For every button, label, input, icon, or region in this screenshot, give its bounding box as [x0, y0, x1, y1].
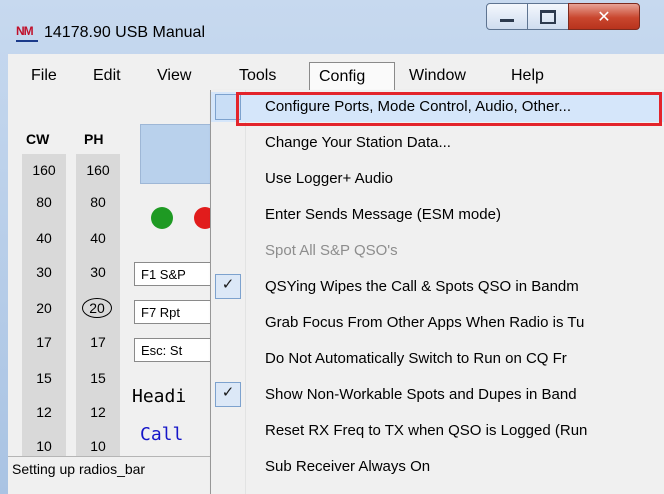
app-icon[interactable]: NM: [16, 24, 38, 42]
menu-item-label: Spot All S&P QSO's: [265, 242, 398, 259]
app-window: NM 14178.90 USB Manual ✕ File Edit View …: [0, 0, 664, 494]
minimize-button[interactable]: [486, 3, 528, 30]
menu-item-change-station-data[interactable]: Change Your Station Data...: [211, 128, 664, 158]
menu-view-label: View: [157, 67, 192, 84]
maximize-icon: [540, 9, 556, 24]
ph-band-15[interactable]: 15: [76, 370, 120, 386]
menu-item-use-logger-audio[interactable]: Use Logger+ Audio: [211, 164, 664, 194]
menu-file[interactable]: File: [22, 62, 66, 90]
window-title: 14178.90 USB Manual: [44, 24, 205, 41]
menu-item-no-auto-switch-run[interactable]: Do Not Automatically Switch to Run on CQ…: [211, 344, 664, 374]
menu-item-grab-focus[interactable]: Grab Focus From Other Apps When Radio is…: [211, 308, 664, 338]
cw-band-20[interactable]: 20: [22, 300, 66, 316]
menu-tools-label: Tools: [239, 67, 277, 84]
ph-band-17[interactable]: 17: [76, 334, 120, 350]
ph-band-80[interactable]: 80: [76, 194, 120, 210]
menu-help-label: Help: [511, 67, 544, 84]
ph-band-column: 160 80 40 30 20 17 15 12 10: [76, 154, 120, 480]
cw-band-40[interactable]: 40: [22, 230, 66, 246]
close-button[interactable]: ✕: [568, 3, 640, 30]
menu-config-label: Config: [319, 68, 366, 85]
menu-item-label: Sub Receiver Always On: [265, 458, 431, 475]
menu-tools[interactable]: Tools: [230, 62, 285, 90]
status-bar: Setting up radios_bar: [8, 456, 218, 480]
cw-band-12[interactable]: 12: [22, 404, 66, 420]
cw-band-15[interactable]: 15: [22, 370, 66, 386]
maximize-button[interactable]: [527, 3, 569, 30]
f1-sp-button[interactable]: F1 S&P: [134, 262, 214, 286]
menu-item-sub-receiver[interactable]: Sub Receiver Always On: [211, 452, 664, 482]
menu-file-label: File: [31, 67, 57, 84]
f7-rpt-button[interactable]: F7 Rpt: [134, 300, 214, 324]
check-icon: ✓: [215, 382, 241, 407]
menu-help[interactable]: Help: [502, 62, 553, 90]
call-label: Call: [140, 424, 184, 445]
menu-item-qsying-wipes[interactable]: ✓ QSYing Wipes the Call & Spots QSO in B…: [211, 272, 664, 302]
menu-item-label: Grab Focus From Other Apps When Radio is…: [265, 314, 585, 331]
menu-item-label: Change Your Station Data...: [265, 134, 451, 151]
cw-band-30[interactable]: 30: [22, 264, 66, 280]
selected-band-marker: 20: [82, 298, 112, 318]
cw-band-80[interactable]: 80: [22, 194, 66, 210]
ph-header: PH: [84, 131, 104, 147]
cw-band-17[interactable]: 17: [22, 334, 66, 350]
check-icon: ✓: [215, 274, 241, 299]
menu-item-label: Enter Sends Message (ESM mode): [265, 206, 501, 223]
ph-band-160[interactable]: 160: [76, 162, 120, 178]
minimize-icon: [500, 19, 514, 22]
cw-band-10[interactable]: 10: [22, 438, 66, 454]
heading-label: Headi: [132, 386, 187, 407]
ph-band-30[interactable]: 30: [76, 264, 120, 280]
title-bar[interactable]: NM 14178.90 USB Manual ✕: [0, 0, 664, 54]
menu-item-label: Show Non-Workable Spots and Dupes in Ban…: [265, 386, 577, 403]
esc-stop-button[interactable]: Esc: St: [134, 338, 214, 362]
menu-bar: File Edit View Tools Config Window Help: [8, 62, 664, 90]
ph-band-10[interactable]: 10: [76, 438, 120, 454]
menu-item-label: Do Not Automatically Switch to Run on CQ…: [265, 350, 567, 367]
menu-window[interactable]: Window: [400, 62, 475, 90]
ph-band-40[interactable]: 40: [76, 230, 120, 246]
cw-band-160[interactable]: 160: [22, 162, 66, 178]
menu-view[interactable]: View: [148, 62, 200, 90]
config-dropdown-menu: Configure Ports, Mode Control, Audio, Ot…: [210, 90, 664, 494]
cw-header: CW: [26, 131, 50, 147]
menu-item-label: QSYing Wipes the Call & Spots QSO in Ban…: [265, 278, 579, 295]
annotation-highlight-box: [236, 92, 662, 126]
menu-edit-label: Edit: [93, 67, 121, 84]
ph-band-12[interactable]: 12: [76, 404, 120, 420]
menu-item-spot-all-sp: Spot All S&P QSO's: [211, 236, 664, 266]
close-icon: ✕: [597, 7, 611, 26]
menu-item-reset-rx-freq[interactable]: Reset RX Freq to TX when QSO is Logged (…: [211, 416, 664, 446]
menu-item-label: Reset RX Freq to TX when QSO is Logged (…: [265, 422, 588, 439]
cw-band-column: 160 80 40 30 20 17 15 12 10: [22, 154, 66, 480]
ph-band-20-selected[interactable]: 20: [82, 298, 112, 318]
menu-config[interactable]: Config: [309, 62, 395, 90]
menu-item-enter-sends-message[interactable]: Enter Sends Message (ESM mode): [211, 200, 664, 230]
menu-edit[interactable]: Edit: [84, 62, 130, 90]
menu-window-label: Window: [409, 67, 466, 84]
menu-item-label: Use Logger+ Audio: [265, 170, 394, 187]
status-led-green: [151, 207, 173, 229]
menu-item-show-non-workable[interactable]: ✓ Show Non-Workable Spots and Dupes in B…: [211, 380, 664, 410]
